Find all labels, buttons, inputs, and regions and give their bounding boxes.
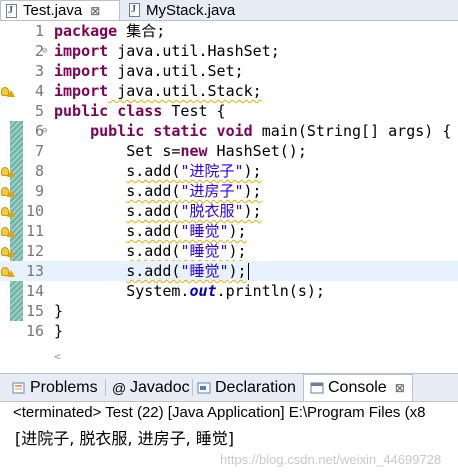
- code-text: }: [54, 322, 64, 340]
- code-text: s.add("进院子");: [126, 162, 262, 180]
- tab-separator: [192, 379, 193, 396]
- line-number: 9: [34, 182, 44, 200]
- java-file-icon: J: [5, 3, 19, 18]
- warning-bulb-icon[interactable]: [1, 224, 15, 238]
- line-number: 3: [34, 62, 44, 80]
- line-number: 15: [25, 302, 44, 320]
- warning-bulb-icon[interactable]: [1, 164, 15, 178]
- tab-javadoc[interactable]: @ Javadoc: [112, 374, 190, 401]
- code-line[interactable]: 1 package 集合;: [0, 21, 458, 41]
- code-line[interactable]: 16 }: [0, 321, 458, 341]
- code-line[interactable]: 8 s.add("进院子");: [0, 161, 458, 181]
- tab-mystack-java[interactable]: J MyStack.java: [122, 0, 262, 20]
- code-line[interactable]: 10 s.add("脱衣服");: [0, 201, 458, 221]
- tab-label: Problems: [30, 378, 98, 396]
- line-number: 6: [34, 122, 44, 140]
- java-file-icon: J: [128, 3, 142, 17]
- line-number: 16: [25, 322, 44, 340]
- tab-separator: [105, 379, 106, 396]
- tab-test-java[interactable]: J Test.java ⊠: [0, 0, 120, 20]
- code-text: s.add("进房子");: [126, 182, 262, 200]
- warning-bulb-icon[interactable]: [1, 244, 15, 258]
- code-text: Set s=new HashSet();: [126, 142, 307, 160]
- code-line[interactable]: 3 import java.util.Set;: [0, 61, 458, 81]
- tab-label: Javadoc: [130, 378, 190, 396]
- fold-icon[interactable]: ⊖: [42, 46, 47, 56]
- code-text: package 集合;: [54, 22, 166, 40]
- code-line[interactable]: 14 System.out.println(s);: [0, 281, 458, 301]
- bottom-panel: Problems @ Javadoc Declaration Console ⊠…: [0, 373, 458, 475]
- line-number: 4: [34, 82, 44, 100]
- close-icon[interactable]: ⊠: [90, 4, 100, 18]
- code-text: s.add("睡觉");: [126, 262, 249, 280]
- code-editor[interactable]: 1 package 集合; 2 ⊖ import java.util.HashS…: [0, 21, 458, 372]
- tab-label: Console: [328, 379, 387, 396]
- at-icon: @: [112, 379, 127, 396]
- panel-tab-bar: Problems @ Javadoc Declaration Console ⊠: [0, 374, 458, 402]
- code-line[interactable]: 6 ⊖ public static void main(String[] arg…: [0, 121, 458, 141]
- code-text: public static void main(String[] args) {: [90, 122, 452, 140]
- warning-bulb-icon[interactable]: [1, 184, 15, 198]
- warning-bulb-icon[interactable]: [1, 84, 15, 98]
- line-number: 11: [25, 222, 44, 240]
- close-icon[interactable]: ⊠: [395, 381, 405, 395]
- code-text: import java.util.Set;: [54, 62, 244, 80]
- warning-bulb-icon[interactable]: [1, 204, 15, 218]
- tab-label: Test.java: [23, 2, 83, 19]
- fold-icon[interactable]: ⊖: [42, 126, 47, 136]
- problems-icon: [12, 381, 26, 395]
- code-text: System.out.println(s);: [126, 282, 325, 300]
- scroll-left-arrow-icon[interactable]: <: [54, 350, 61, 363]
- line-number: 7: [34, 142, 44, 160]
- code-line[interactable]: 11 s.add("睡觉");: [0, 221, 458, 241]
- watermark: https://blog.csdn.net/weixin_44699728: [220, 452, 442, 467]
- warning-bulb-icon[interactable]: [1, 264, 15, 278]
- tab-label: Declaration: [215, 378, 296, 396]
- code-text: s.add("睡觉");: [126, 222, 247, 240]
- code-line[interactable]: 4 import java.util.Stack;: [0, 81, 458, 101]
- code-line[interactable]: 15 }: [0, 301, 458, 321]
- editor-tab-bar: J Test.java ⊠ J MyStack.java: [0, 0, 458, 21]
- code-text: s.add("脱衣服");: [126, 202, 262, 220]
- line-number: 5: [34, 102, 44, 120]
- code-text: }: [54, 302, 64, 320]
- code-text: public class Test {: [54, 102, 226, 120]
- code-line[interactable]: 12 s.add("睡觉");: [0, 241, 458, 261]
- code-line-current[interactable]: 13 s.add("睡觉");: [0, 261, 458, 281]
- tab-console[interactable]: Console ⊠: [303, 374, 413, 401]
- line-number: 1: [34, 22, 44, 40]
- line-number: 2: [34, 42, 44, 60]
- code-text: s.add("睡觉");: [126, 242, 247, 260]
- code-text: import java.util.HashSet;: [54, 42, 280, 60]
- console-output[interactable]: [进院子, 脱衣服, 进房子, 睡觉]: [15, 425, 234, 449]
- line-number: 14: [25, 282, 44, 300]
- tab-label: MyStack.java: [146, 1, 236, 19]
- line-number: 12: [25, 242, 44, 260]
- tab-problems[interactable]: Problems: [12, 374, 98, 401]
- console-icon: [310, 381, 324, 395]
- line-number: 13: [25, 262, 44, 280]
- code-line[interactable]: 9 s.add("进房子");: [0, 181, 458, 201]
- code-line[interactable]: 2 ⊖ import java.util.HashSet;: [0, 41, 458, 61]
- console-process-title: <terminated> Test (22) [Java Application…: [13, 404, 426, 421]
- code-line[interactable]: 7 Set s=new HashSet();: [0, 141, 458, 161]
- declaration-icon: [197, 381, 211, 395]
- line-number: 10: [25, 202, 44, 220]
- code-text: import java.util.Stack;: [54, 82, 262, 100]
- line-number: 8: [34, 162, 44, 180]
- tab-declaration[interactable]: Declaration: [197, 374, 296, 401]
- code-line[interactable]: 5 public class Test {: [0, 101, 458, 121]
- text-caret: [247, 263, 249, 280]
